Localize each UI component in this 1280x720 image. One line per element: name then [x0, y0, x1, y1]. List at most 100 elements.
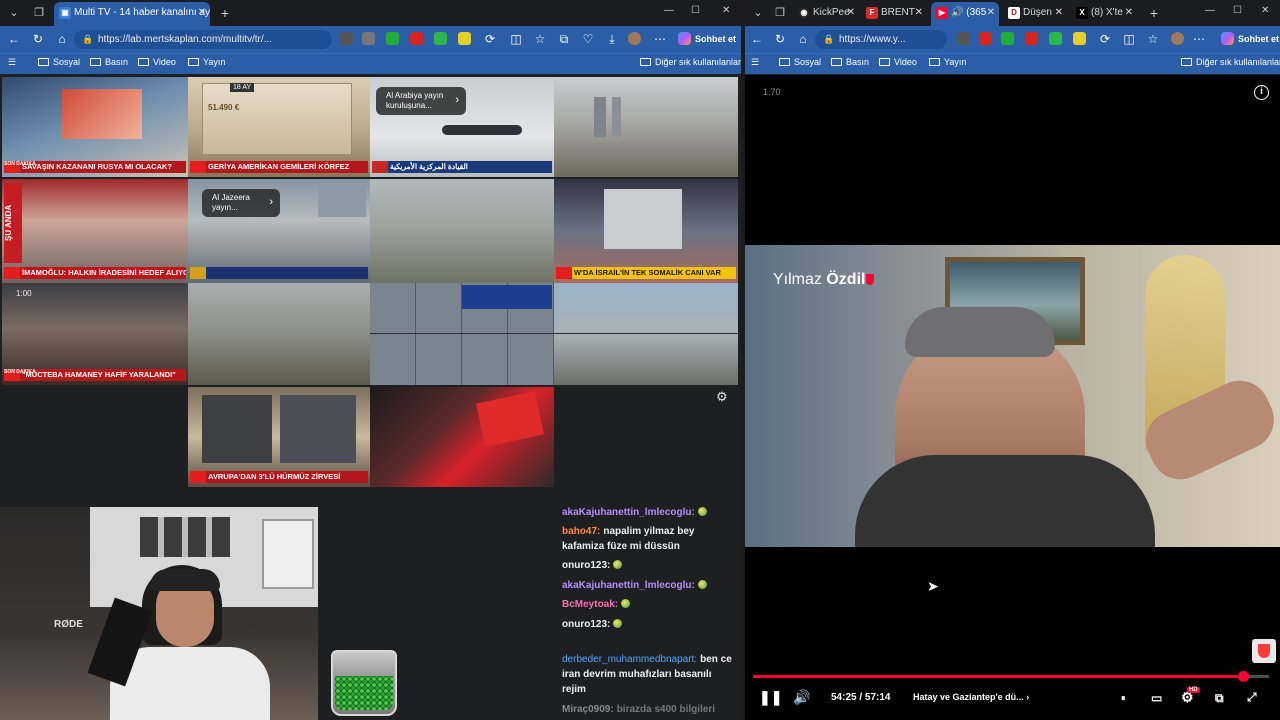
refresh-icon[interactable]: ↻	[30, 31, 46, 47]
minimize-icon[interactable]: —	[1205, 5, 1215, 16]
workspaces-icon[interactable]: ❐	[771, 4, 789, 22]
refresh-icon[interactable]: ↻	[772, 31, 788, 47]
back-arrow-icon[interactable]: ←	[6, 31, 22, 47]
extension-icon[interactable]	[957, 32, 970, 45]
bookmark-folder-yayin[interactable]: Yayın	[188, 57, 225, 67]
bookmarks-menu-icon[interactable]: ☰	[8, 57, 16, 68]
bookmarks-menu-icon[interactable]: ☰	[751, 57, 759, 68]
livecam-grid-tile[interactable]	[554, 283, 738, 385]
extension-icon[interactable]	[386, 32, 399, 45]
channel-info-overlay[interactable]: Al Arabiya yayın kuruluşuna...	[376, 87, 466, 115]
tab-actions-chevron-icon[interactable]: ⌄	[5, 4, 23, 22]
url-field[interactable]: 🔒 https://www.y...	[815, 30, 947, 49]
subtitles-icon[interactable]: ▭	[1151, 691, 1162, 705]
city-livecam-tile[interactable]	[188, 283, 370, 385]
extensions-puzzle-icon[interactable]: ⟳	[482, 31, 498, 47]
settings-gear-icon[interactable]: ⚙	[716, 389, 728, 405]
extension-icon[interactable]	[340, 32, 353, 45]
more-menu-icon[interactable]: ⋯	[1191, 31, 1207, 47]
bookmark-folder-yayin[interactable]: Yayın	[929, 57, 966, 67]
extension-icon[interactable]	[458, 32, 471, 45]
split-screen-icon[interactable]: ◫	[1121, 31, 1137, 47]
minimize-icon[interactable]: —	[664, 5, 674, 16]
maximize-icon[interactable]: ☐	[691, 5, 700, 16]
new-tab-button[interactable]: +	[216, 4, 234, 22]
url-field[interactable]: 🔒 https://lab.mertskaplan.com/multitv/tr…	[74, 30, 332, 49]
extension-icon[interactable]	[1073, 32, 1086, 45]
city-livecam-tile[interactable]	[370, 179, 554, 283]
profile-avatar[interactable]	[1171, 32, 1184, 45]
tab-actions-chevron-icon[interactable]: ⌄	[749, 4, 767, 22]
maximize-icon[interactable]: ☐	[1233, 5, 1242, 16]
channel-info-overlay[interactable]: Al Jazeera yayın...	[202, 189, 280, 217]
other-bookmarks-folder[interactable]: Diğer sık kullanılanlar	[1181, 57, 1280, 67]
home-icon[interactable]: ⌂	[54, 31, 70, 47]
split-screen-icon[interactable]: ◫	[508, 31, 524, 47]
news-channel-tile[interactable]: Al Jazeera yayın...	[188, 179, 370, 283]
browser-essentials-icon[interactable]: ♡	[580, 31, 596, 47]
news-channel-tile[interactable]: 18 AY 51.490 € GERİYA AMERİKAN GEMİLERİ …	[188, 77, 370, 177]
more-menu-icon[interactable]: ⋯	[652, 31, 668, 47]
bookmark-folder-basin[interactable]: Basın	[831, 57, 869, 67]
protest-tile[interactable]	[370, 387, 554, 487]
extension-icon[interactable]	[410, 32, 423, 45]
back-arrow-icon[interactable]: ←	[749, 31, 765, 47]
profile-avatar[interactable]	[628, 32, 641, 45]
fullscreen-icon[interactable]: ⤢	[1247, 690, 1257, 705]
livecam-grid-tile[interactable]	[370, 283, 554, 385]
close-window-icon[interactable]: ✕	[722, 5, 730, 16]
downloads-icon[interactable]: ⤓	[604, 31, 620, 47]
workspaces-icon[interactable]: ❐	[30, 4, 48, 22]
other-bookmarks-folder[interactable]: Diğer sık kullanılanlar	[640, 57, 741, 67]
news-channel-tile[interactable]: SON DAKİKA SAVAŞIN KAZANANI RUSYA MI OLAC…	[2, 77, 188, 177]
city-livecam-tile[interactable]	[554, 77, 738, 177]
extension-icon[interactable]	[979, 32, 992, 45]
chapter-title[interactable]: Hatay ve Gaziantep'e dü... ›	[913, 692, 1029, 702]
progress-bar[interactable]	[753, 671, 1269, 682]
tab-dusen[interactable]: D Düşen ✕	[1003, 2, 1067, 26]
autoplay-toggle-icon[interactable]: ⏸	[1121, 693, 1126, 704]
close-tab-icon[interactable]: ✕	[915, 2, 923, 24]
tab-multitv[interactable]: ▣ Multi TV - 14 haber kanalını aynı a ✕	[54, 2, 210, 26]
miniplayer-icon[interactable]: ⧉	[1215, 691, 1224, 706]
progress-scrubber[interactable]	[1238, 671, 1250, 682]
pause-icon[interactable]: ❚❚	[759, 689, 782, 706]
news-channel-tile[interactable]: W'DA İSRAİL'İN TEK SOMALİK CANI VAR	[554, 179, 738, 283]
close-tab-icon[interactable]: ✕	[1055, 2, 1063, 24]
bookmark-folder-basin[interactable]: Basın	[90, 57, 128, 67]
close-tab-icon[interactable]: ✕	[847, 2, 855, 24]
extension-icon[interactable]	[362, 32, 375, 45]
extensions-puzzle-icon[interactable]: ⟳	[1097, 31, 1113, 47]
extension-icon[interactable]	[434, 32, 447, 45]
extension-icon[interactable]	[1049, 32, 1062, 45]
close-tab-icon[interactable]: ✕	[1125, 2, 1133, 24]
bookmark-folder-video[interactable]: Video	[138, 57, 176, 67]
extension-icon[interactable]	[1025, 32, 1038, 45]
volume-icon[interactable]: 🔊	[793, 689, 810, 706]
close-window-icon[interactable]: ✕	[1261, 5, 1269, 16]
tab-kickpee[interactable]: ◉ KickPee ✕	[793, 2, 859, 26]
home-icon[interactable]: ⌂	[795, 31, 811, 47]
close-tab-icon[interactable]: ✕	[198, 2, 206, 24]
tab-x[interactable]: X (8) X'te ✕	[1071, 2, 1137, 26]
new-tab-button[interactable]: +	[1145, 4, 1163, 22]
favorites-star-icon[interactable]: ☆	[1145, 31, 1161, 47]
news-channel-tile[interactable]: AVRUPA'DAN 3'LÜ HÜRMÜZ ZİRVESİ	[188, 387, 370, 487]
copilot-chat-button[interactable]: Sohbet et	[678, 32, 736, 45]
settings-gear-icon[interactable]: ⚙ HD	[1181, 687, 1200, 706]
close-tab-icon[interactable]: ✕	[987, 2, 995, 24]
news-channel-tile[interactable]: ŞU ANDA İMAMOĞLU: HALKIN İRADESİNİ HEDEF…	[2, 179, 188, 283]
bookmark-folder-sosyal[interactable]: Sosyal	[779, 57, 821, 67]
video-player[interactable]: 1.70 i Yılmaz Özdil ➤ ❚❚ 🔊 54:25 / 57:14…	[745, 75, 1280, 720]
copilot-chat-button[interactable]: Sohbet et	[1221, 32, 1279, 45]
bookmark-folder-video[interactable]: Video	[879, 57, 917, 67]
news-channel-tile[interactable]: 1:00 SON DAKİKA "MÜCTEBA HAMANEY HAFİF YA…	[2, 283, 188, 385]
extension-icon[interactable]	[1001, 32, 1014, 45]
tab-youtube[interactable]: ▶ 🔊 (365 ✕	[931, 2, 999, 26]
favorites-star-icon[interactable]: ☆	[532, 31, 548, 47]
news-channel-tile[interactable]: Al Arabiya yayın kuruluşuna... القيادة ا…	[370, 77, 554, 177]
info-icon[interactable]: i	[1254, 85, 1269, 100]
tab-brent[interactable]: F BRENT ✕	[861, 2, 927, 26]
bookmark-folder-sosyal[interactable]: Sosyal	[38, 57, 80, 67]
collections-icon[interactable]: ⧉	[556, 31, 572, 47]
